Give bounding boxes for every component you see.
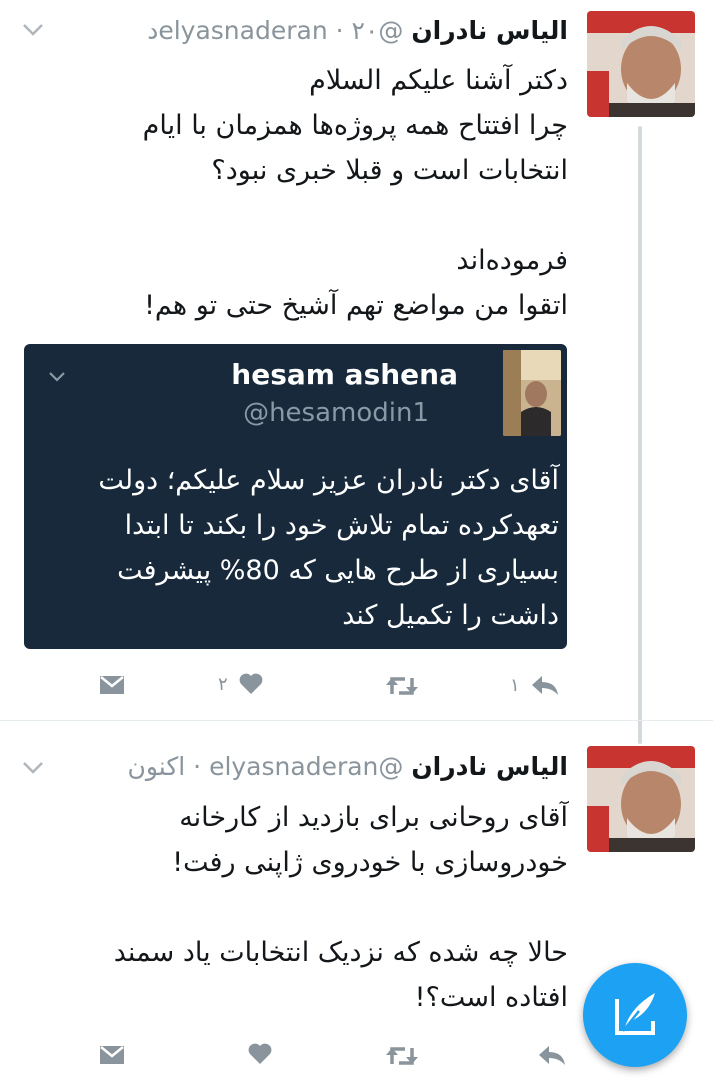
tweet-line: خودروسازی با خودروی ژاپنی رفت! bbox=[172, 847, 568, 878]
quoted-author-name[interactable]: hesam ashena bbox=[231, 358, 458, 391]
quoted-author-handle[interactable]: @hesamodin1 bbox=[243, 398, 429, 428]
tweet-line: انتخابات است و قبلا خبری نبود؟ bbox=[211, 155, 568, 186]
compose-button[interactable] bbox=[583, 963, 687, 1067]
like-icon bbox=[248, 1043, 272, 1064]
author-handle[interactable]: @elyasnaderan bbox=[209, 752, 403, 781]
tweet-line: دکتر آشنا علیکم السلام bbox=[309, 65, 568, 96]
tweet-line: افتاده است؟! bbox=[414, 982, 568, 1013]
quoted-line: بسیاری از طرح هایی که 80% پیشرفت bbox=[117, 555, 559, 586]
tweet-time: اکنون bbox=[127, 752, 186, 781]
reply-count: ۱ bbox=[510, 674, 520, 696]
tweet-text: آقای روحانی برای بازدید از کارخانه خودرو… bbox=[8, 795, 568, 1020]
retweet-icon bbox=[386, 1047, 418, 1065]
dm-icon bbox=[100, 676, 124, 694]
quoted-text: آقای دکتر نادران عزیز سلام علیکم؛ دولت ت… bbox=[29, 458, 559, 638]
like-button[interactable] bbox=[247, 1042, 273, 1066]
tweet-line: چرا افتتاح همه پروژه‌ها همزمان با ایام bbox=[142, 110, 568, 141]
tweet-line: حالا چه شده که نزدیک انتخابات یاد سمند bbox=[113, 937, 568, 968]
tweet-header: الیاس نادران @elyasnaderan · ۲۰د bbox=[147, 16, 568, 45]
avatar[interactable] bbox=[587, 746, 695, 852]
tweet-line: اتقوا من مواضع تهم آشیخ حتی تو هم! bbox=[144, 290, 568, 321]
dm-icon bbox=[100, 1046, 124, 1064]
tweet-line: فرموده‌اند bbox=[456, 245, 568, 276]
retweet-button[interactable] bbox=[385, 674, 419, 698]
quoted-line: داشت را تکمیل کند bbox=[342, 600, 559, 631]
tweet-header: الیاس نادران @elyasnaderan · اکنون bbox=[128, 752, 568, 781]
reply-icon bbox=[539, 1046, 565, 1065]
quoted-line: تعهدکرده تمام تلاش خود را بکند تا ابتدا bbox=[124, 510, 559, 541]
separator: · bbox=[193, 752, 202, 781]
like-count: ۲ bbox=[218, 673, 228, 695]
like-icon bbox=[239, 673, 263, 694]
chevron-down-icon[interactable] bbox=[22, 756, 44, 781]
quoted-avatar-photo bbox=[503, 350, 561, 436]
retweet-button[interactable] bbox=[385, 1044, 419, 1068]
avatar[interactable] bbox=[587, 11, 695, 117]
tweet-text: دکتر آشنا علیکم السلام چرا افتتاح همه پر… bbox=[8, 58, 568, 328]
reply-button[interactable]: ۱ bbox=[510, 673, 560, 697]
dm-button[interactable] bbox=[98, 1043, 126, 1067]
avatar-photo bbox=[587, 11, 695, 117]
tweet-divider bbox=[0, 720, 713, 721]
quoted-tweet[interactable]: hesam ashena @hesamodin1 آقای دکتر نادرا… bbox=[24, 344, 567, 649]
reply-icon bbox=[531, 676, 558, 695]
dm-button[interactable] bbox=[98, 673, 126, 697]
separator: · bbox=[335, 16, 344, 45]
like-button[interactable]: ۲ bbox=[218, 672, 264, 696]
tweet-line: آقای روحانی برای بازدید از کارخانه bbox=[179, 802, 568, 833]
chevron-down-icon[interactable] bbox=[22, 18, 44, 43]
author-name[interactable]: الیاس نادران bbox=[411, 752, 568, 781]
author-name[interactable]: الیاس نادران bbox=[411, 16, 568, 45]
quoted-avatar[interactable] bbox=[503, 350, 561, 436]
reply-button[interactable] bbox=[537, 1043, 567, 1067]
quoted-line: آقای دکتر نادران عزیز سلام علیکم؛ دولت bbox=[98, 465, 559, 496]
retweet-icon bbox=[386, 677, 418, 695]
chevron-down-icon[interactable] bbox=[48, 364, 66, 389]
avatar-photo bbox=[587, 746, 695, 852]
compose-icon bbox=[615, 993, 655, 1035]
thread-line bbox=[638, 126, 642, 744]
